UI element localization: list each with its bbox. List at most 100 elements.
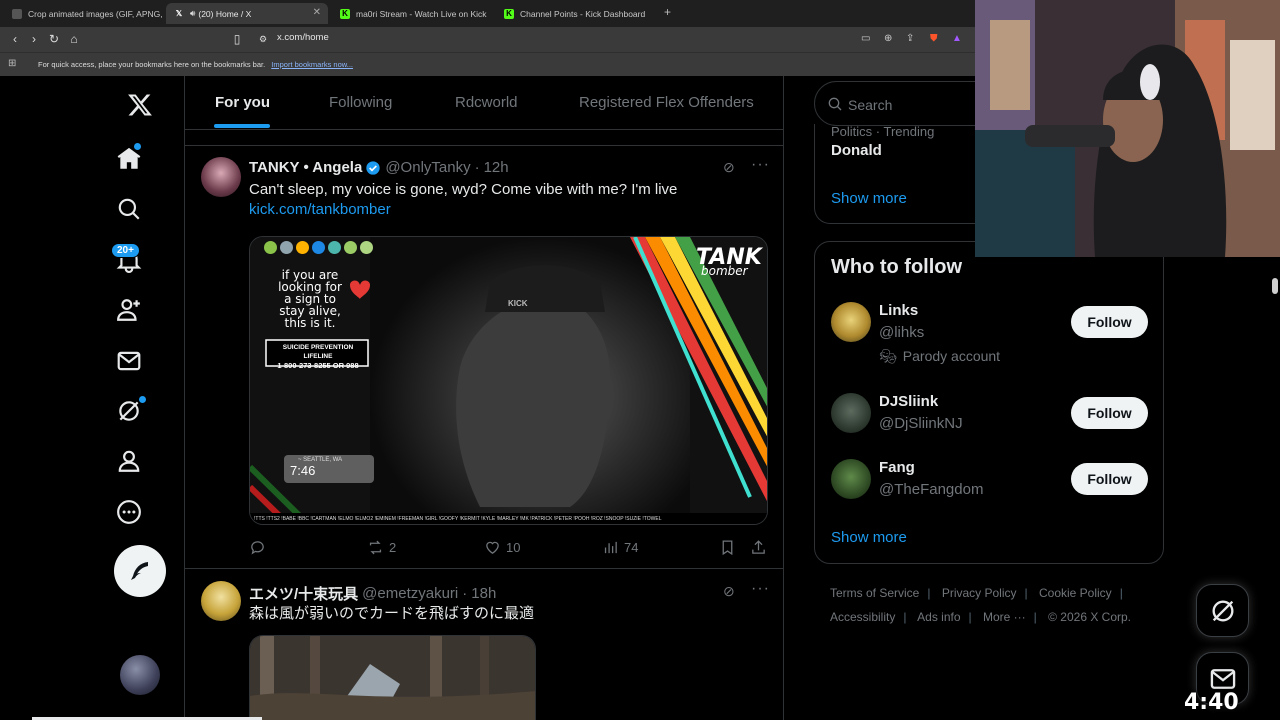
tweet-media-image[interactable] [249, 635, 536, 720]
tweet-card[interactable]: エメツ/十束玩具 @emetzyakuri · 18h ⊘ ··· 森は風が弱い… [185, 569, 784, 720]
follow-button[interactable]: Follow [1071, 397, 1148, 429]
browser-tab-kick-dashboard[interactable]: K Channel Points - Kick Dashboard [496, 3, 658, 24]
forward-icon[interactable]: › [27, 32, 41, 46]
bookmark-page-icon[interactable]: ▯ [230, 32, 244, 46]
show-more-who-to-follow-link[interactable]: Show more [831, 529, 907, 546]
grok-explain-icon[interactable]: ⊘ [723, 583, 735, 600]
media-hotline: SUICIDE PREVENTION LIFELINE 1-800-273-82… [269, 343, 367, 370]
suggested-account[interactable]: Fang @TheFangdom Follow [831, 459, 1149, 519]
tweet-author-handle[interactable]: @emetzyakuri [362, 585, 458, 602]
share-upload-icon [752, 540, 765, 554]
show-more-trends-link[interactable]: Show more [831, 190, 907, 207]
back-icon[interactable]: ‹ [8, 32, 22, 46]
footer-terms-link[interactable]: Terms of Service [830, 586, 919, 600]
repost-button[interactable]: 2 [367, 539, 396, 556]
notifications-badge: 20+ [111, 243, 140, 258]
more-options-icon[interactable] [109, 492, 149, 532]
tab-registered-flex-offenders[interactable]: Registered Flex Offenders [579, 94, 754, 111]
suggested-account-avatar[interactable] [831, 302, 871, 342]
browser-tab-kick-stream[interactable]: K ma0ri Stream - Watch Live on Kick [332, 3, 494, 24]
communities-add-user-icon[interactable] [109, 290, 149, 330]
account-avatar[interactable] [120, 655, 160, 695]
overlay-line: this is it. [284, 316, 336, 330]
repost-count: 2 [389, 540, 397, 555]
bookmark-button[interactable] [719, 539, 741, 556]
trend-topic[interactable]: Donald [831, 142, 882, 159]
home-nav-icon[interactable] [109, 139, 149, 179]
zoom-icon[interactable]: ⊕ [884, 33, 892, 44]
tab-for-you[interactable]: For you [215, 94, 270, 111]
footer-cookie-link[interactable]: Cookie Policy [1039, 586, 1112, 600]
tweet-media-image[interactable]: TANK bomber if you are looking for a sig… [249, 236, 768, 525]
new-tab-icon[interactable]: + [664, 5, 671, 19]
tab-rdcworld[interactable]: Rdcworld [455, 94, 518, 111]
reply-button[interactable] [249, 539, 271, 556]
views-button[interactable]: 74 [602, 539, 638, 556]
suggested-account-handle: @lihks [879, 324, 925, 341]
apps-grid-icon[interactable]: ⊞ [8, 58, 16, 69]
footer-accessibility-link[interactable]: Accessibility [830, 610, 895, 624]
browser-tab-strip: Crop animated images (GIF, APNG, W 𝕏 🔊︎ … [0, 0, 975, 27]
tweet-header: エメツ/十束玩具 @emetzyakuri · 18h [249, 583, 496, 604]
tab-following[interactable]: Following [329, 94, 392, 111]
browser-tab-crop[interactable]: Crop animated images (GIF, APNG, W [4, 3, 164, 24]
tab-title: Crop animated images (GIF, APNG, W [28, 8, 164, 19]
compose-post-button[interactable] [114, 545, 166, 597]
share-icon[interactable]: ⇪ [906, 33, 914, 44]
brave-shield-icon[interactable]: ⛊ [930, 33, 938, 44]
suggested-account[interactable]: DJSliink @DjSliinkNJ Follow [831, 393, 1149, 453]
share-button[interactable] [750, 539, 772, 556]
reply-icon [251, 541, 264, 555]
emote-icon [344, 241, 357, 254]
follow-button[interactable]: Follow [1071, 306, 1148, 338]
more-dots-icon[interactable]: ··· [751, 580, 770, 598]
tweet-time[interactable]: 12h [484, 159, 509, 176]
site-info-icon[interactable]: ⚙ [256, 32, 270, 46]
suggested-account-handle: @DjSliinkNJ [879, 415, 963, 432]
profile-icon[interactable] [109, 441, 149, 481]
follow-button[interactable]: Follow [1071, 463, 1148, 495]
tweet-time[interactable]: 18h [471, 585, 496, 602]
page-scrollbar[interactable] [1272, 278, 1278, 294]
speaker-icon: 🔊︎ [190, 8, 196, 18]
messages-envelope-icon[interactable] [109, 341, 149, 381]
explore-search-icon[interactable] [109, 189, 149, 229]
tab-title: ma0ri Stream - Watch Live on Kick [356, 8, 487, 19]
feather-quill-icon [131, 562, 148, 580]
x-logo-icon[interactable] [120, 85, 160, 125]
suggested-account[interactable]: Links @lihks 🎭︎ Parody account Follow [831, 302, 1149, 370]
suggested-account-avatar[interactable] [831, 393, 871, 433]
media-overlay-message: if you are looking for a sign to stay al… [274, 269, 346, 329]
grok-explain-icon[interactable]: ⊘ [723, 159, 735, 176]
like-button[interactable]: 10 [484, 539, 520, 556]
tweet-card[interactable]: TANKY • Angela @OnlyTanky · 12h ⊘ ··· Ca… [185, 145, 784, 569]
suggested-account-avatar[interactable] [831, 459, 871, 499]
tweet-author-handle[interactable]: @OnlyTanky [385, 159, 470, 176]
tweet-author-avatar[interactable] [201, 581, 241, 621]
home-icon[interactable]: ⌂ [67, 32, 81, 46]
tweet-author-avatar[interactable] [201, 157, 241, 197]
close-tab-icon[interactable]: ✕ [313, 7, 321, 18]
browser-tab-x-home[interactable]: 𝕏 🔊︎ (20) Home / X ✕ [166, 3, 328, 24]
suggested-account-name[interactable]: Fang [879, 459, 915, 476]
suggested-account-name[interactable]: DJSliink [879, 393, 938, 410]
search-input[interactable]: Search [848, 97, 892, 113]
brave-rewards-icon[interactable]: ▲ [952, 33, 962, 44]
emote-icon [360, 241, 373, 254]
tweet-author-name[interactable]: エメツ/十束玩具 [249, 583, 358, 604]
reload-icon[interactable]: ↻ [47, 32, 61, 46]
footer-ads-info-link[interactable]: Ads info [917, 610, 960, 624]
emote-icon [328, 241, 341, 254]
suggested-account-name[interactable]: Links [879, 302, 918, 319]
footer-more-link[interactable]: More ··· [983, 610, 1026, 624]
more-dots-icon[interactable]: ··· [751, 156, 770, 174]
heart-icon [486, 541, 499, 554]
cast-icon[interactable]: ▭ [861, 33, 870, 44]
tweet-author-name[interactable]: TANKY • Angela [249, 159, 362, 176]
tweet-link[interactable]: kick.com/tankbomber [249, 201, 391, 218]
import-bookmarks-link[interactable]: Import bookmarks now... [271, 60, 353, 69]
footer-privacy-link[interactable]: Privacy Policy [942, 586, 1017, 600]
emote-icon [312, 241, 325, 254]
grok-floating-button[interactable] [1196, 584, 1249, 637]
address-bar[interactable]: x.com/home [277, 32, 329, 43]
